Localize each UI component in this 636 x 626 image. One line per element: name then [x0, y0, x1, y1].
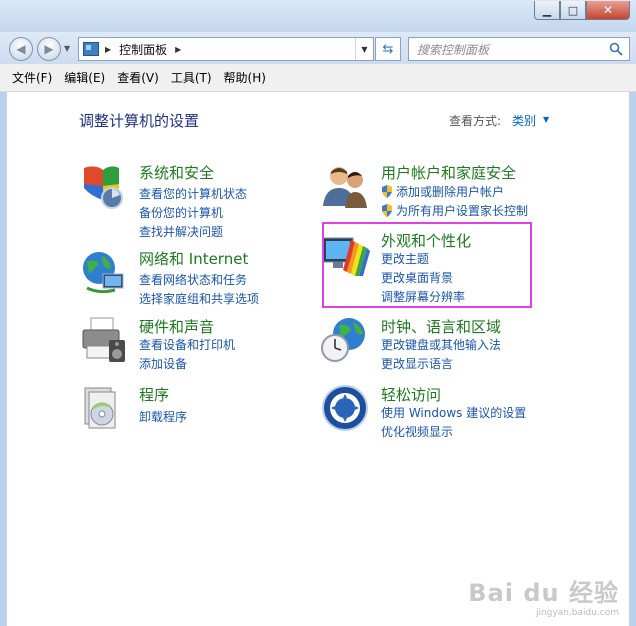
search-input[interactable]: 搜索控制面板 — [408, 37, 630, 61]
recent-pages-dropdown-icon[interactable]: ▼ — [64, 44, 70, 53]
category-link[interactable]: 查看网络状态和任务 — [139, 271, 247, 288]
watermark: Bai du 经验 jingyan.baidu.com — [468, 573, 619, 618]
category-link[interactable]: 添加或删除用户帐户 — [381, 183, 504, 200]
category-link[interactable]: 查看设备和打印机 — [139, 336, 235, 353]
menu-bar: 文件(F) 编辑(E) 查看(V) 工具(T) 帮助(H) — [0, 64, 636, 92]
category-link[interactable]: 备份您的计算机 — [139, 204, 223, 221]
watermark-brand: Bai du 经验 — [468, 579, 619, 607]
category-link[interactable]: 为所有用户设置家长控制 — [381, 202, 528, 219]
category-link[interactable]: 更改显示语言 — [381, 355, 453, 372]
programs-icon — [84, 387, 116, 429]
refresh-button[interactable]: ⇆ — [375, 37, 401, 61]
category-title[interactable]: 时钟、语言和区域 — [381, 316, 501, 337]
breadcrumb-control-panel[interactable]: 控制面板 — [119, 41, 167, 58]
minimize-button[interactable]: ▁ — [534, 1, 560, 20]
category-link[interactable]: 查看您的计算机状态 — [139, 185, 247, 202]
menu-file[interactable]: 文件(F) — [6, 69, 58, 86]
category-link[interactable]: 优化视频显示 — [381, 423, 453, 440]
forward-button[interactable]: ▶ — [37, 37, 61, 61]
breadcrumb-arrow-icon[interactable]: ▶ — [175, 45, 181, 54]
refresh-icon: ⇆ — [382, 41, 394, 57]
view-by-label: 查看方式: — [449, 114, 502, 128]
address-dropdown-icon[interactable]: ▼ — [355, 38, 373, 60]
close-button[interactable]: ✕ — [586, 1, 630, 20]
maximize-button[interactable]: □ — [560, 1, 586, 20]
category-link[interactable]: 卸载程序 — [139, 408, 187, 425]
navigation-bar: ◀ ▶ ▼ ▶ 控制面板 ▶ ▼ ⇆ 搜索控制面板 — [0, 32, 636, 64]
category-title[interactable]: 程序 — [139, 384, 169, 405]
category-title[interactable]: 用户帐户和家庭安全 — [381, 162, 516, 183]
menu-help[interactable]: 帮助(H) — [218, 69, 272, 86]
ease-of-access-icon — [322, 385, 368, 431]
content-area: 调整计算机的设置 查看方式: 类别 ▼ 系统和安全 查看您的计算机状态 备份您的… — [6, 92, 630, 626]
forward-arrow-icon: ▶ — [44, 42, 54, 56]
uac-shield-icon — [382, 204, 392, 217]
breadcrumb-arrow-icon[interactable]: ▶ — [105, 45, 111, 54]
watermark-url: jingyan.baidu.com — [535, 608, 619, 618]
caption-buttons: ▁ □ ✕ — [534, 1, 630, 20]
title-bar: ▁ □ ✕ — [0, 0, 636, 32]
category-link[interactable]: 使用 Windows 建议的设置 — [381, 404, 526, 421]
category-title[interactable]: 系统和安全 — [139, 162, 214, 183]
category-link[interactable]: 选择家庭组和共享选项 — [139, 290, 259, 307]
page-title: 调整计算机的设置 — [79, 112, 200, 130]
view-by-dropdown[interactable]: 类别 — [512, 112, 536, 129]
address-bar[interactable]: ▶ 控制面板 ▶ ▼ — [78, 37, 374, 61]
category-link[interactable]: 添加设备 — [139, 355, 187, 372]
chevron-down-icon[interactable]: ▼ — [543, 115, 549, 124]
highlight-box — [322, 222, 532, 308]
shield-system-icon — [84, 166, 123, 209]
search-placeholder: 搜索控制面板 — [417, 42, 490, 57]
back-button[interactable]: ◀ — [9, 37, 33, 61]
back-arrow-icon: ◀ — [16, 42, 26, 56]
menu-view[interactable]: 查看(V) — [111, 69, 165, 86]
category-link[interactable]: 更改键盘或其他输入法 — [381, 336, 501, 353]
category-title[interactable]: 硬件和声音 — [139, 316, 214, 337]
category-link-label: 添加或删除用户帐户 — [396, 185, 505, 199]
category-link[interactable]: 查找并解决问题 — [139, 223, 223, 240]
uac-shield-icon — [382, 185, 392, 198]
network-globe-icon — [83, 252, 124, 294]
users-icon — [323, 167, 367, 208]
search-icon[interactable] — [609, 42, 623, 56]
printer-icon — [82, 317, 125, 362]
category-link-label: 为所有用户设置家长控制 — [396, 204, 529, 218]
control-panel-icon — [83, 42, 99, 56]
category-title[interactable]: 网络和 Internet — [139, 248, 248, 269]
menu-edit[interactable]: 编辑(E) — [58, 69, 111, 86]
clock-globe-icon — [321, 318, 365, 362]
menu-tools[interactable]: 工具(T) — [165, 69, 218, 86]
category-title[interactable]: 轻松访问 — [381, 384, 441, 405]
